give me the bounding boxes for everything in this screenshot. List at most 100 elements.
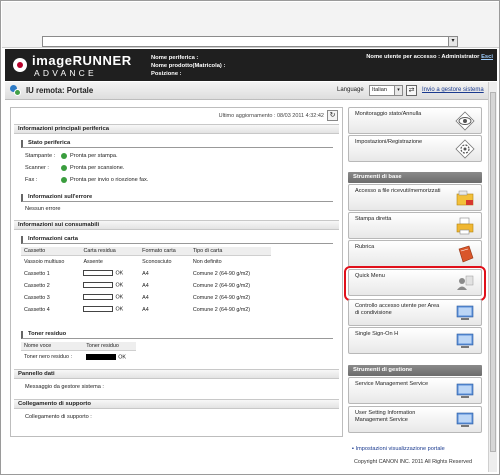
brand-line2: ADVANCE xyxy=(34,68,97,78)
cell-type: Comune 2 (64-90 g/m2) xyxy=(192,306,251,313)
status-ok-icon xyxy=(61,153,67,159)
access-control-button[interactable]: Controllo accesso utente per Area di con… xyxy=(348,299,482,326)
cell-residual: OK xyxy=(80,304,139,316)
cell-toner-name: Toner nero residuo : xyxy=(24,353,72,360)
button-label: Monitoraggio stato/Annulla xyxy=(355,111,422,117)
section-main-info: Informazioni principali periferica xyxy=(14,124,339,134)
management-tools-header: Strumenti di gestione xyxy=(348,365,482,376)
section-support: Collegamento di supporto xyxy=(14,399,339,409)
column-header: Formato carta xyxy=(139,247,190,256)
cell-toner-value: OK xyxy=(83,351,136,363)
title-bar: IU remota: Portale Language Italian ▾ ⇄ … xyxy=(5,82,497,100)
main-panel: Ultimo aggiornamento : 08/03 2011 4:32:4… xyxy=(10,107,343,437)
cell-drawer: Vassoio multiuso xyxy=(24,258,65,265)
cell-drawer: Cassetto 1 xyxy=(24,270,50,277)
canon-logo-icon xyxy=(13,58,27,72)
toner-level-bar xyxy=(86,353,117,360)
product-name-label: Nome prodotto(Matricola) : xyxy=(151,63,226,69)
portal-settings-link[interactable]: ▪ Impostazioni visualizzazione portale xyxy=(352,446,445,452)
language-value: Italian xyxy=(372,87,387,93)
folder-icon xyxy=(456,190,474,206)
cell-format: A4 xyxy=(142,306,149,313)
column-header: Carta residua xyxy=(80,247,140,256)
settings-registration-button[interactable]: Impostazioni/Registrazione xyxy=(348,135,482,162)
service-management-button[interactable]: Service Management Service xyxy=(348,377,482,404)
basic-tools-header: Strumenti di base xyxy=(348,172,482,183)
cell-type: Non definito xyxy=(192,258,222,265)
cell-type: Comune 2 (64-90 g/m2) xyxy=(192,282,251,289)
status-printer-label: Stampante : xyxy=(25,153,56,159)
cell-residual: OK xyxy=(80,292,139,304)
direct-print-button[interactable]: Stampa diretta xyxy=(348,212,482,239)
sso-button[interactable]: Single Sign-On H xyxy=(348,327,482,354)
printer-icon xyxy=(456,217,474,235)
status-printer-value: Pronta per stampa. xyxy=(70,153,118,159)
paper-level-bar xyxy=(83,282,114,289)
button-label: Impostazioni/Registrazione xyxy=(355,139,423,145)
subsection-status: Stato periferica xyxy=(21,140,333,148)
column-header: Tipo di carta xyxy=(189,247,271,256)
section-consumables: Informazioni sui consumabili xyxy=(14,220,339,230)
paper-table: Cassetto Carta residua Formato carta Tip… xyxy=(21,247,271,316)
language-apply-button[interactable]: ⇄ xyxy=(406,85,417,96)
residual-value: OK xyxy=(115,270,124,277)
browser-toolbar: ▾ xyxy=(2,2,499,48)
status-ok-icon xyxy=(61,177,67,183)
device-info: Nome periferica : Nome prodotto(Matricol… xyxy=(151,54,225,78)
status-ok-icon xyxy=(61,165,67,171)
location-label: Posizione : xyxy=(151,71,182,77)
button-label: Stampa diretta xyxy=(355,216,392,222)
monitor-icon xyxy=(456,412,474,427)
table-header-row: Nome voce Toner residuo xyxy=(21,342,136,351)
monitor-icon xyxy=(456,333,474,348)
send-to-admin-link[interactable]: Invio a gestore sistema xyxy=(422,87,484,93)
cell-residual: Assente xyxy=(83,258,103,265)
remote-ui-icon xyxy=(10,85,21,96)
address-dropdown-icon[interactable]: ▾ xyxy=(448,37,457,46)
scrollbar-thumb[interactable] xyxy=(490,92,496,452)
brand-line1: imageRUNNER xyxy=(32,53,132,68)
admin-message-label: Messaggio da gestore sistema : xyxy=(25,384,104,390)
toner-table: Nome voce Toner residuo Toner nero resid… xyxy=(21,342,136,363)
refresh-button[interactable]: ↻ xyxy=(327,110,338,121)
paper-level-bar xyxy=(83,294,114,301)
toner-value: OK xyxy=(118,353,126,360)
status-scanner-value: Pronta per scansione. xyxy=(70,165,125,171)
address-book-icon xyxy=(458,245,474,263)
language-label: Language xyxy=(337,87,364,93)
table-row: Cassetto 1 OK A4 Comune 2 (64-90 g/m2) xyxy=(21,268,271,280)
cell-format: A4 xyxy=(142,282,149,289)
page-title: IU remota: Portale xyxy=(26,86,94,95)
eye-icon xyxy=(455,111,475,131)
browser-window: ▾ imageRUNNER ADVANCE Nome periferica : … xyxy=(0,0,500,475)
section-board: Pannello dati xyxy=(14,369,339,379)
user-info: Nome utente per accesso : Administrator … xyxy=(366,54,493,60)
language-select[interactable]: Italian ▾ xyxy=(369,85,403,96)
table-header-row: Cassetto Carta residua Formato carta Tip… xyxy=(21,247,271,256)
monitor-status-button[interactable]: Monitoraggio stato/Annulla xyxy=(348,107,482,134)
header: imageRUNNER ADVANCE Nome periferica : No… xyxy=(5,49,497,81)
refresh-icon: ⇄ xyxy=(408,87,415,94)
residual-value: OK xyxy=(115,282,124,289)
residual-value: OK xyxy=(115,294,124,301)
address-book-button[interactable]: Rubrica xyxy=(348,240,482,267)
column-header: Nome voce xyxy=(21,342,84,351)
user-setting-management-button[interactable]: User Setting Information Management Serv… xyxy=(348,406,482,433)
chevron-down-icon[interactable]: ▾ xyxy=(394,86,402,95)
residual-value: OK xyxy=(115,306,124,313)
button-label: Controllo accesso utente per Area di con… xyxy=(355,303,440,316)
support-link-label: Collegamento di supporto : xyxy=(25,414,92,420)
gear-icon xyxy=(455,139,475,159)
device-name-label: Nome periferica : xyxy=(151,55,199,61)
status-fax-value: Pronta per invio o ricezione fax. xyxy=(70,177,149,183)
refresh-icon: ↻ xyxy=(329,112,336,119)
cell-drawer: Cassetto 2 xyxy=(24,282,50,289)
access-files-button[interactable]: Accesso a file ricevuti/memorizzati xyxy=(348,184,482,211)
table-row: Cassetto 4 OK A4 Comune 2 (64-90 g/m2) xyxy=(21,304,271,316)
cell-drawer: Cassetto 3 xyxy=(24,294,50,301)
vertical-scrollbar[interactable] xyxy=(488,82,497,472)
quick-menu-highlight xyxy=(344,266,486,301)
portal-settings-label: Impostazioni visualizzazione portale xyxy=(355,446,445,452)
logout-link[interactable]: Esci xyxy=(481,54,493,60)
address-bar[interactable]: ▾ xyxy=(42,36,458,47)
